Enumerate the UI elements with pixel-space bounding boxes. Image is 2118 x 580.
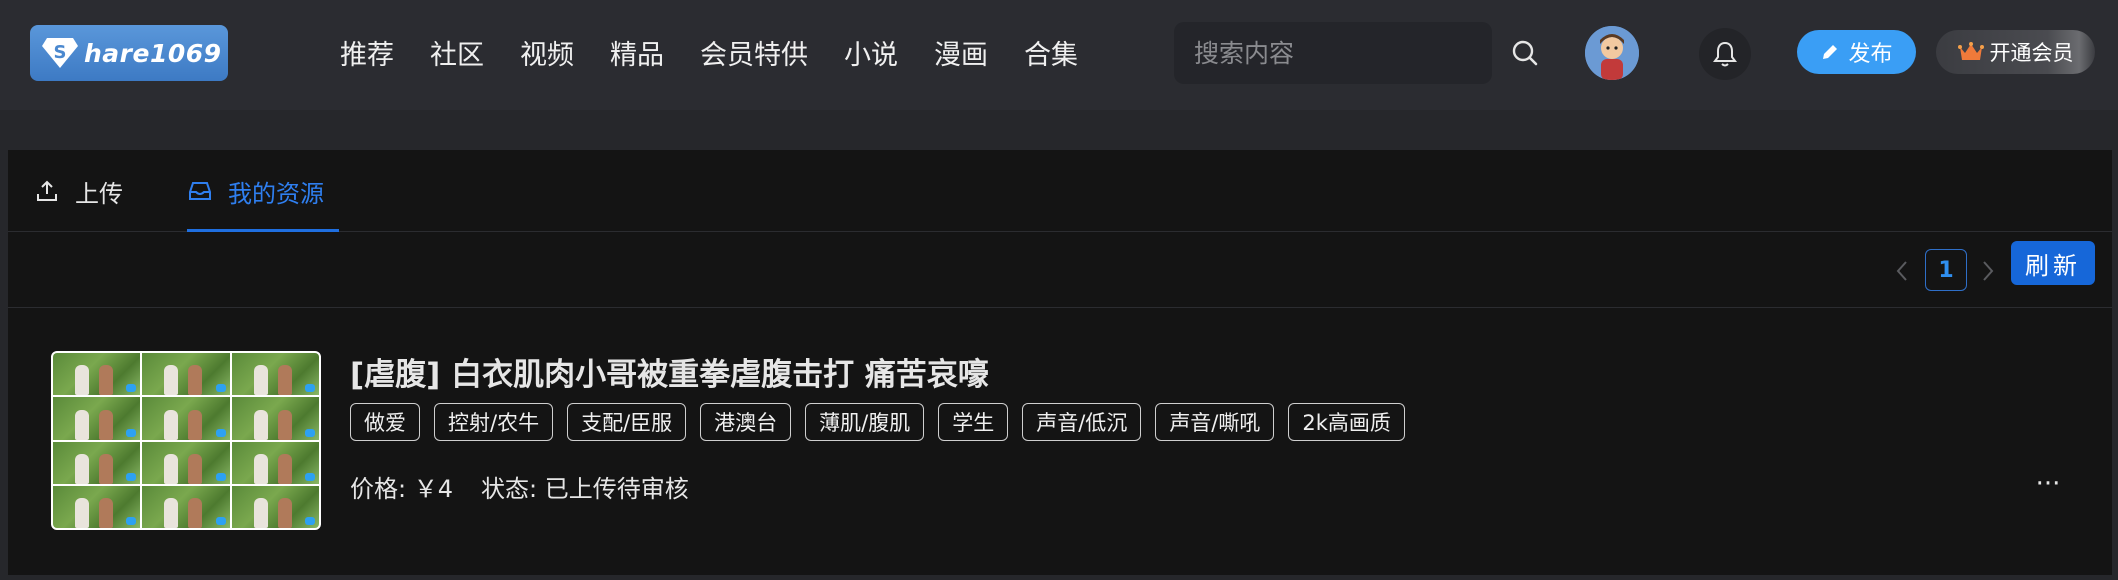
more-options-icon[interactable]: ··· — [2028, 469, 2068, 499]
resources-panel: 上传 我的资源 1 刷新 [虐腹] 白衣肌肉小哥被重拳虐腹击打 痛苦哀嚎 做爱 … — [8, 150, 2112, 575]
resource-meta: 价格: ￥4 状态: 已上传待审核 — [350, 469, 689, 504]
status-value: 已上传待审核 — [544, 475, 689, 503]
tab-upload[interactable]: 上传 — [35, 150, 123, 232]
current-page-number[interactable]: 1 — [1925, 249, 1967, 291]
avatar[interactable] — [1585, 26, 1639, 80]
tag[interactable]: 支配/臣服 — [567, 403, 687, 441]
tab-my-resources[interactable]: 我的资源 — [188, 150, 324, 232]
tag[interactable]: 控射/农牛 — [434, 403, 554, 441]
next-page-chevron-icon[interactable] — [1976, 255, 2000, 287]
pagination-toolbar: 1 刷新 — [8, 233, 2112, 308]
price-value: ￥4 — [413, 475, 454, 503]
tag[interactable]: 港澳台 — [700, 403, 792, 441]
svg-text:S: S — [54, 42, 67, 63]
pencil-icon — [1823, 45, 1838, 59]
previous-page-chevron-icon[interactable] — [1890, 255, 1914, 287]
main-nav: 推荐 社区 视频 精品 会员特供 小说 漫画 合集 — [340, 30, 1114, 74]
top-navigation-bar: S hare1069 推荐 社区 视频 精品 会员特供 小说 漫画 合集 搜索内… — [0, 0, 2118, 110]
tag[interactable]: 2k高画质 — [1288, 403, 1405, 441]
resource-thumbnail[interactable] — [51, 351, 321, 530]
nav-item-comics[interactable]: 漫画 — [934, 33, 988, 72]
tag[interactable]: 做爱 — [350, 403, 420, 441]
tag[interactable]: 声音/嘶吼 — [1155, 403, 1275, 441]
vip-label: 开通会员 — [1989, 41, 2074, 65]
resource-title[interactable]: [虐腹] 白衣肌肉小哥被重拳虐腹击打 痛苦哀嚎 — [350, 349, 989, 394]
inbox-icon — [189, 182, 211, 200]
nav-item-featured[interactable]: 精品 — [610, 33, 664, 72]
tag[interactable]: 学生 — [938, 403, 1009, 441]
price-info: 价格: ￥4 — [350, 469, 453, 504]
refresh-button[interactable]: 刷新 — [2011, 241, 2095, 285]
nav-item-community[interactable]: 社区 — [430, 33, 484, 72]
upload-icon — [37, 180, 57, 201]
tab-bar: 上传 我的资源 — [8, 150, 2112, 232]
tag[interactable]: 薄肌/腹肌 — [805, 403, 925, 441]
publish-label: 发布 — [1848, 42, 1893, 67]
price-label: 价格: — [350, 475, 407, 503]
site-logo[interactable]: S hare1069 — [30, 25, 228, 81]
status-label: 状态: — [481, 475, 538, 503]
tag[interactable]: 声音/低沉 — [1022, 403, 1142, 441]
nav-item-collections[interactable]: 合集 — [1024, 33, 1078, 72]
nav-item-member-exclusive[interactable]: 会员特供 — [700, 33, 808, 72]
search-box — [1174, 22, 1538, 84]
logo-text: hare1069 — [84, 38, 222, 68]
tab-upload-label: 上传 — [75, 179, 123, 208]
resource-tags: 做爱 控射/农牛 支配/臣服 港澳台 薄肌/腹肌 学生 声音/低沉 声音/嘶吼 … — [350, 403, 1419, 441]
shield-s-icon: S — [40, 33, 80, 73]
crown-icon — [1957, 42, 1984, 60]
vip-membership-button[interactable]: 开通会员 — [1936, 30, 2095, 74]
notification-bell-icon[interactable] — [1699, 28, 1751, 80]
resource-item: [虐腹] 白衣肌肉小哥被重拳虐腹击打 痛苦哀嚎 做爱 控射/农牛 支配/臣服 港… — [8, 309, 2112, 575]
nav-item-recommend[interactable]: 推荐 — [340, 33, 394, 72]
nav-item-novels[interactable]: 小说 — [844, 33, 898, 72]
status-info: 状态: 已上传待审核 — [481, 469, 689, 504]
search-icon[interactable] — [1511, 38, 1539, 68]
tab-my-resources-label: 我的资源 — [228, 179, 324, 208]
nav-item-videos[interactable]: 视频 — [520, 33, 574, 72]
publish-button[interactable]: 发布 — [1797, 30, 1916, 74]
search-input[interactable] — [1194, 38, 1511, 68]
active-tab-indicator — [187, 229, 339, 232]
